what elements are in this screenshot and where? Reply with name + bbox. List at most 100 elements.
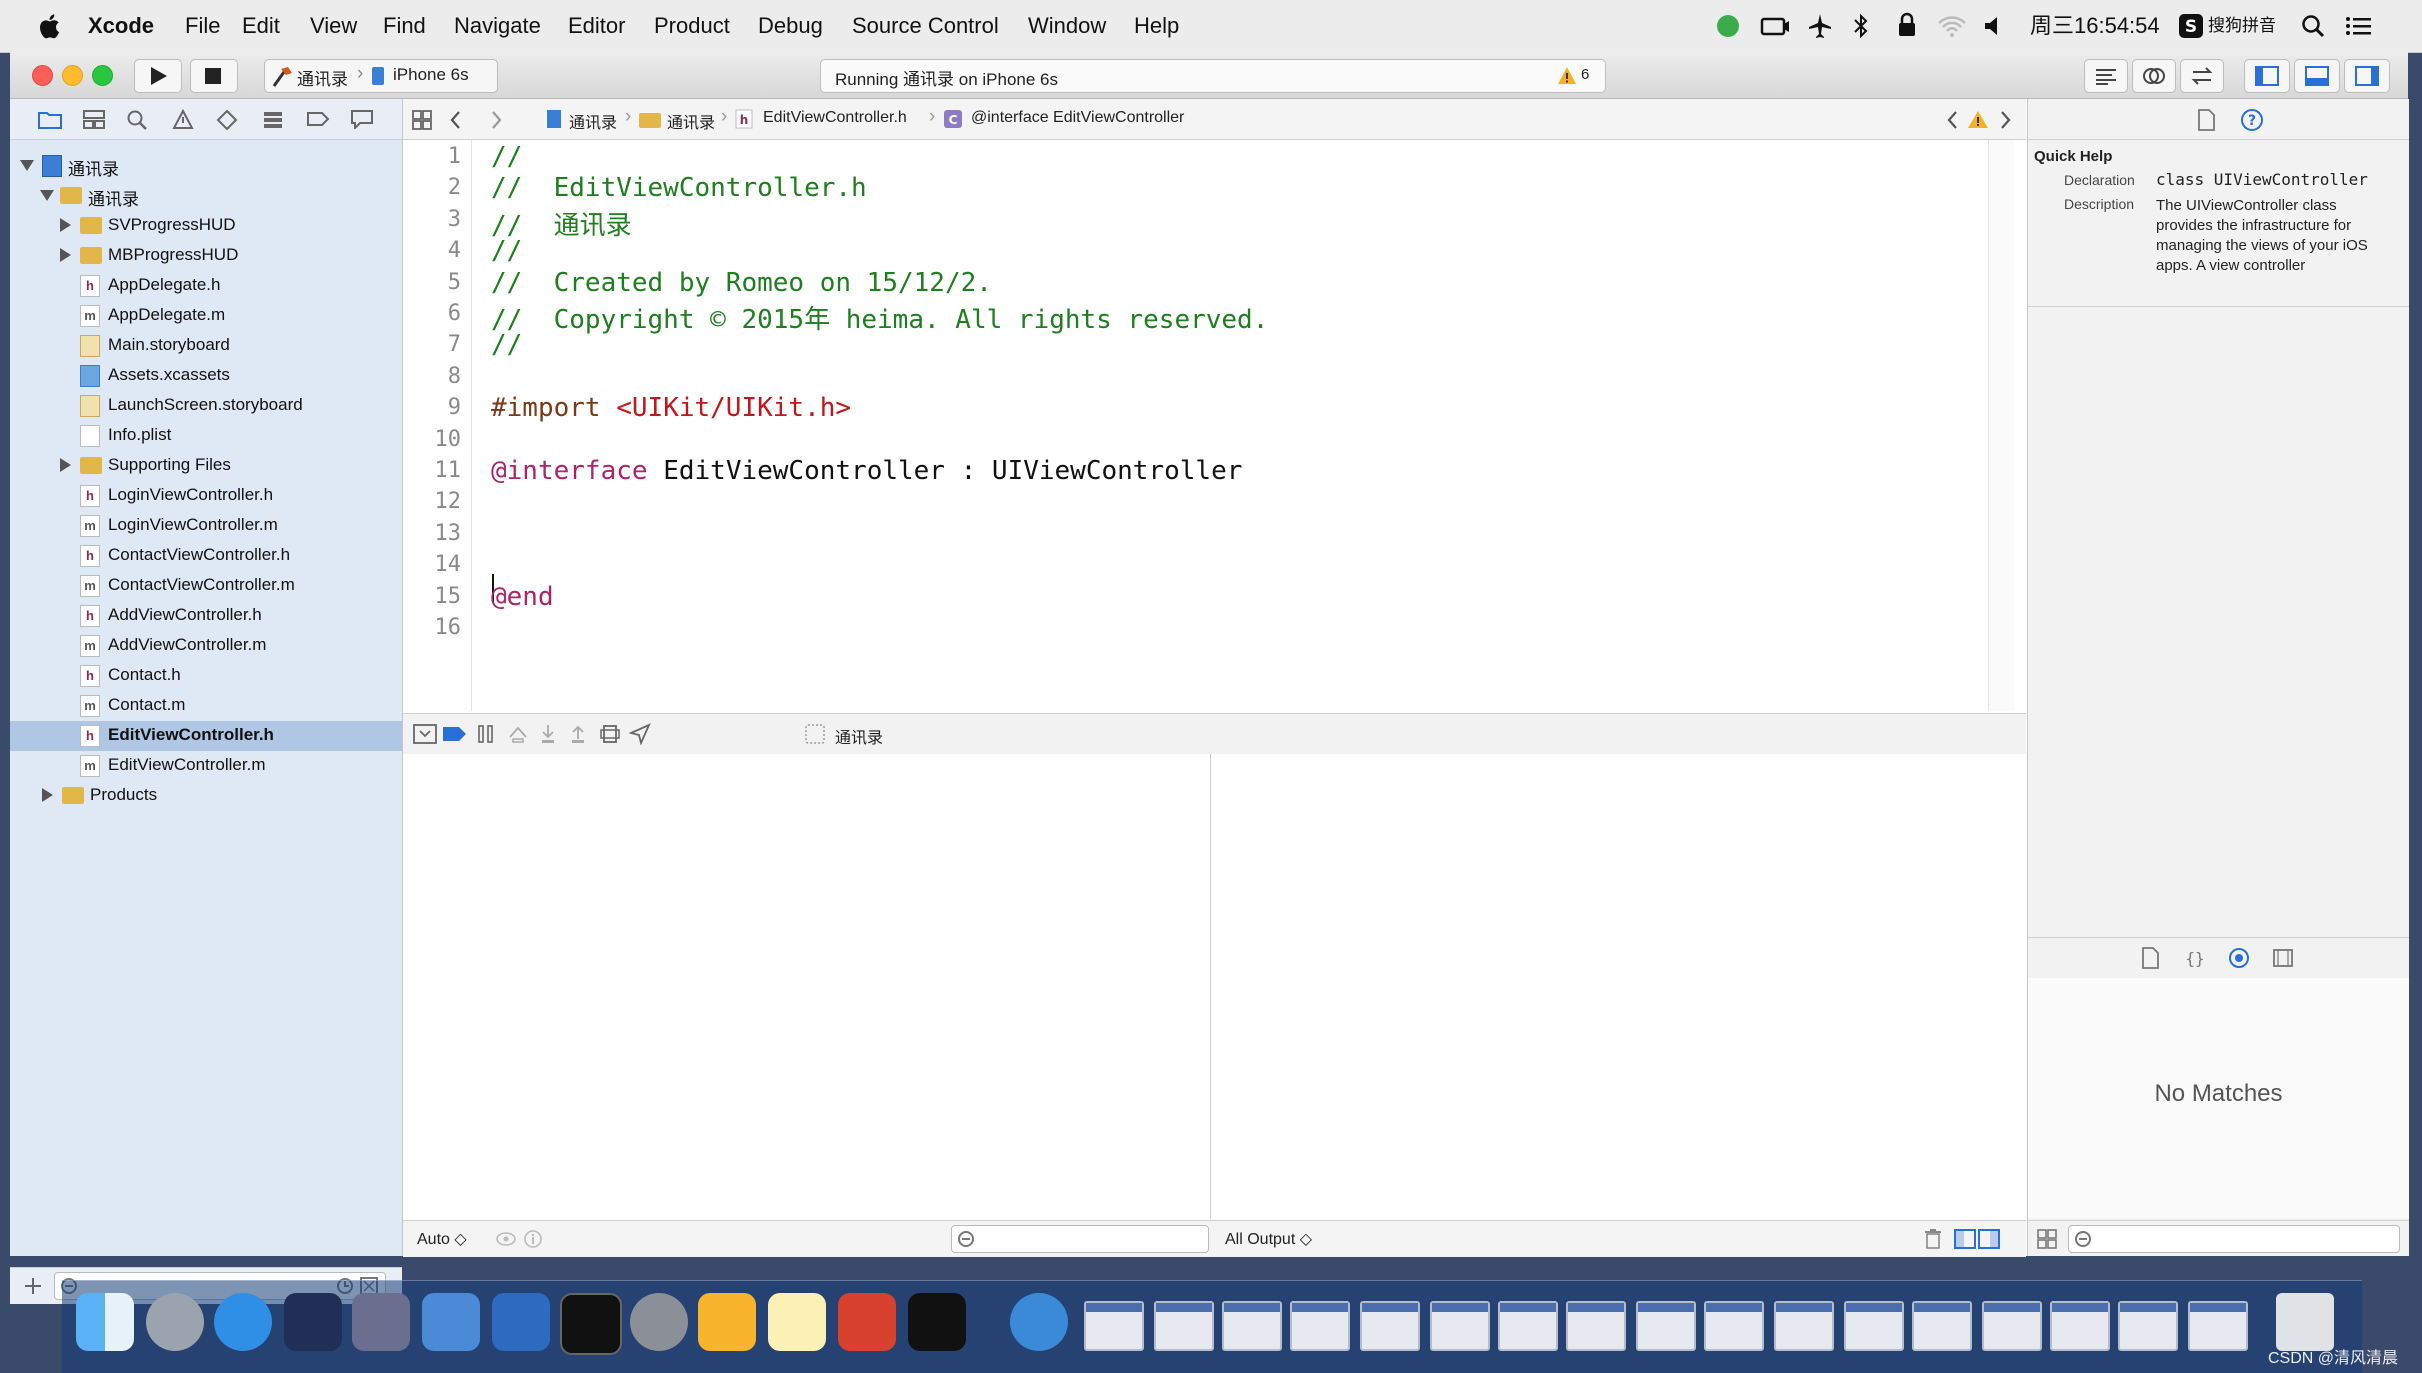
disclosure-closed-icon[interactable] bbox=[60, 458, 71, 472]
tree-row-file[interactable]: h ContactViewController.h bbox=[10, 541, 402, 571]
tree-row-file[interactable]: SVProgressHUD bbox=[10, 211, 402, 241]
trash-dock-icon[interactable] bbox=[2276, 1293, 2334, 1351]
quick-look-icon[interactable] bbox=[495, 1229, 517, 1249]
disclosure-closed-icon[interactable] bbox=[60, 218, 71, 232]
safari-icon[interactable] bbox=[214, 1293, 272, 1351]
find-navigator-tab-icon[interactable] bbox=[126, 109, 148, 131]
tree-row-file[interactable]: m EditViewController.m bbox=[10, 751, 402, 781]
menu-window[interactable]: Window bbox=[1028, 0, 1106, 52]
menu-debug[interactable]: Debug bbox=[758, 0, 823, 52]
add-file-icon[interactable] bbox=[22, 1275, 44, 1297]
wifi-icon[interactable] bbox=[1937, 14, 1967, 38]
scheme-selector[interactable]: 通讯录 › iPhone 6s bbox=[264, 59, 498, 93]
disclosure-closed-icon[interactable] bbox=[60, 248, 71, 262]
menu-view[interactable]: View bbox=[310, 0, 357, 52]
hide-debug-area-icon[interactable] bbox=[413, 723, 437, 745]
camera-icon[interactable] bbox=[1760, 14, 1790, 38]
sogou-input-icon[interactable]: S bbox=[2178, 13, 2204, 39]
step-into-icon[interactable] bbox=[537, 723, 559, 745]
minimized-window-thumbnail[interactable] bbox=[1360, 1301, 1420, 1351]
tree-row-file[interactable]: m LoginViewController.m bbox=[10, 511, 402, 541]
tree-row-file[interactable]: Products bbox=[10, 781, 402, 811]
close-window-button[interactable] bbox=[32, 65, 53, 86]
tree-row-file[interactable]: Main.storyboard bbox=[10, 331, 402, 361]
run-button[interactable] bbox=[134, 59, 182, 93]
spotlight-search-icon[interactable] bbox=[2300, 13, 2326, 39]
console-app-icon[interactable] bbox=[908, 1293, 966, 1351]
disclosure-open-icon[interactable] bbox=[40, 190, 54, 201]
terminal-icon[interactable] bbox=[560, 1293, 622, 1355]
tree-row-group[interactable]: 通讯录 bbox=[10, 181, 402, 211]
print-description-icon[interactable] bbox=[523, 1229, 543, 1249]
minimized-window-thumbnail[interactable] bbox=[1912, 1301, 1972, 1351]
code-line[interactable]: #import <UIKit/UIKit.h> bbox=[491, 393, 851, 423]
quick-help-icon[interactable]: ? bbox=[2240, 108, 2264, 132]
minimized-window-thumbnail[interactable] bbox=[1844, 1301, 1904, 1351]
wps-presentation-icon[interactable] bbox=[838, 1293, 896, 1351]
minimized-window-thumbnail[interactable] bbox=[1222, 1301, 1282, 1351]
step-over-icon[interactable] bbox=[507, 723, 529, 745]
disclosure-closed-icon[interactable] bbox=[42, 788, 53, 802]
tree-row-file[interactable]: m ContactViewController.m bbox=[10, 571, 402, 601]
pause-icon[interactable] bbox=[475, 723, 497, 745]
minimized-window-thumbnail[interactable] bbox=[2050, 1301, 2110, 1351]
minimized-window-thumbnail[interactable] bbox=[1566, 1301, 1626, 1351]
variables-filter-field[interactable] bbox=[951, 1225, 1209, 1253]
tree-row-project[interactable]: 通讯录 bbox=[10, 151, 402, 181]
quicktime-player-icon[interactable] bbox=[1010, 1293, 1068, 1351]
menu-editor[interactable]: Editor bbox=[568, 0, 625, 52]
code-line[interactable]: // bbox=[491, 330, 522, 360]
issue-warning-icon[interactable] bbox=[1967, 109, 1989, 131]
forward-chevron-icon[interactable] bbox=[487, 109, 505, 131]
warning-icon[interactable] bbox=[1557, 66, 1577, 86]
minimized-window-thumbnail[interactable] bbox=[1774, 1301, 1834, 1351]
menu-product[interactable]: Product bbox=[654, 0, 730, 52]
media-library-icon[interactable] bbox=[2272, 947, 2294, 969]
volume-icon[interactable] bbox=[1983, 14, 2005, 38]
editor-scrollbar[interactable] bbox=[1988, 140, 2014, 711]
tree-row-file[interactable]: h Contact.h bbox=[10, 661, 402, 691]
toggle-debug-area-button[interactable] bbox=[2294, 59, 2340, 93]
breadcrumb-file[interactable]: EditViewController.h bbox=[763, 109, 907, 127]
notes-icon[interactable] bbox=[768, 1293, 826, 1351]
warning-count[interactable]: 6 bbox=[1581, 66, 1589, 83]
related-items-icon[interactable] bbox=[411, 109, 433, 131]
status-green-icon[interactable] bbox=[1715, 13, 1741, 39]
breadcrumb-project[interactable]: 通讯录 bbox=[569, 109, 617, 133]
menu-edit[interactable]: Edit bbox=[242, 0, 280, 52]
minimized-window-thumbnail[interactable] bbox=[1290, 1301, 1350, 1351]
tree-row-file[interactable]: MBProgressHUD bbox=[10, 241, 402, 271]
code-snippet-library-icon[interactable]: {} bbox=[2184, 947, 2206, 969]
next-issue-icon[interactable] bbox=[1997, 109, 2013, 131]
menu-xcode[interactable]: Xcode bbox=[88, 0, 154, 52]
source-editor[interactable]: 1 2 3 4 5 6 7 8 9 10 11 12 13 14 15 16 //// EditViewCon… bbox=[403, 140, 2014, 711]
minimized-window-thumbnail[interactable] bbox=[1704, 1301, 1764, 1351]
minimized-window-thumbnail[interactable] bbox=[1636, 1301, 1696, 1351]
library-filter-field[interactable] bbox=[2068, 1225, 2400, 1253]
minimized-window-thumbnail[interactable] bbox=[2188, 1301, 2248, 1351]
airplane-icon[interactable] bbox=[1808, 13, 1832, 39]
code-line[interactable]: @end bbox=[491, 582, 554, 612]
test-navigator-tab-icon[interactable] bbox=[216, 109, 238, 131]
back-chevron-icon[interactable] bbox=[447, 109, 465, 131]
breakpoints-toggle-icon[interactable] bbox=[441, 724, 469, 744]
toggle-utilities-button[interactable] bbox=[2344, 59, 2390, 93]
tree-row-file[interactable]: m AppDelegate.m bbox=[10, 301, 402, 331]
menu-find[interactable]: Find bbox=[383, 0, 426, 52]
object-library-icon[interactable] bbox=[2228, 947, 2250, 969]
report-navigator-tab-icon[interactable] bbox=[350, 109, 374, 129]
mouse-app-icon[interactable] bbox=[284, 1293, 342, 1351]
trash-icon[interactable] bbox=[1923, 1228, 1943, 1250]
zoom-window-button[interactable] bbox=[92, 65, 113, 86]
debug-navigator-tab-icon[interactable] bbox=[262, 109, 284, 131]
finder-icon[interactable] bbox=[76, 1293, 134, 1351]
minimized-window-thumbnail[interactable] bbox=[1982, 1301, 2042, 1351]
minimized-window-thumbnail[interactable] bbox=[1084, 1301, 1144, 1351]
console-view[interactable] bbox=[1211, 754, 2026, 1219]
xcode-icon[interactable] bbox=[422, 1293, 480, 1351]
code-line[interactable]: // Created by Romeo on 15/12/2. bbox=[491, 268, 992, 298]
issue-navigator-tab-icon[interactable] bbox=[172, 109, 194, 131]
tree-row-file[interactable]: m AddViewController.m bbox=[10, 631, 402, 661]
tree-row-file[interactable]: LaunchScreen.storyboard bbox=[10, 391, 402, 421]
menu-navigate[interactable]: Navigate bbox=[454, 0, 541, 52]
